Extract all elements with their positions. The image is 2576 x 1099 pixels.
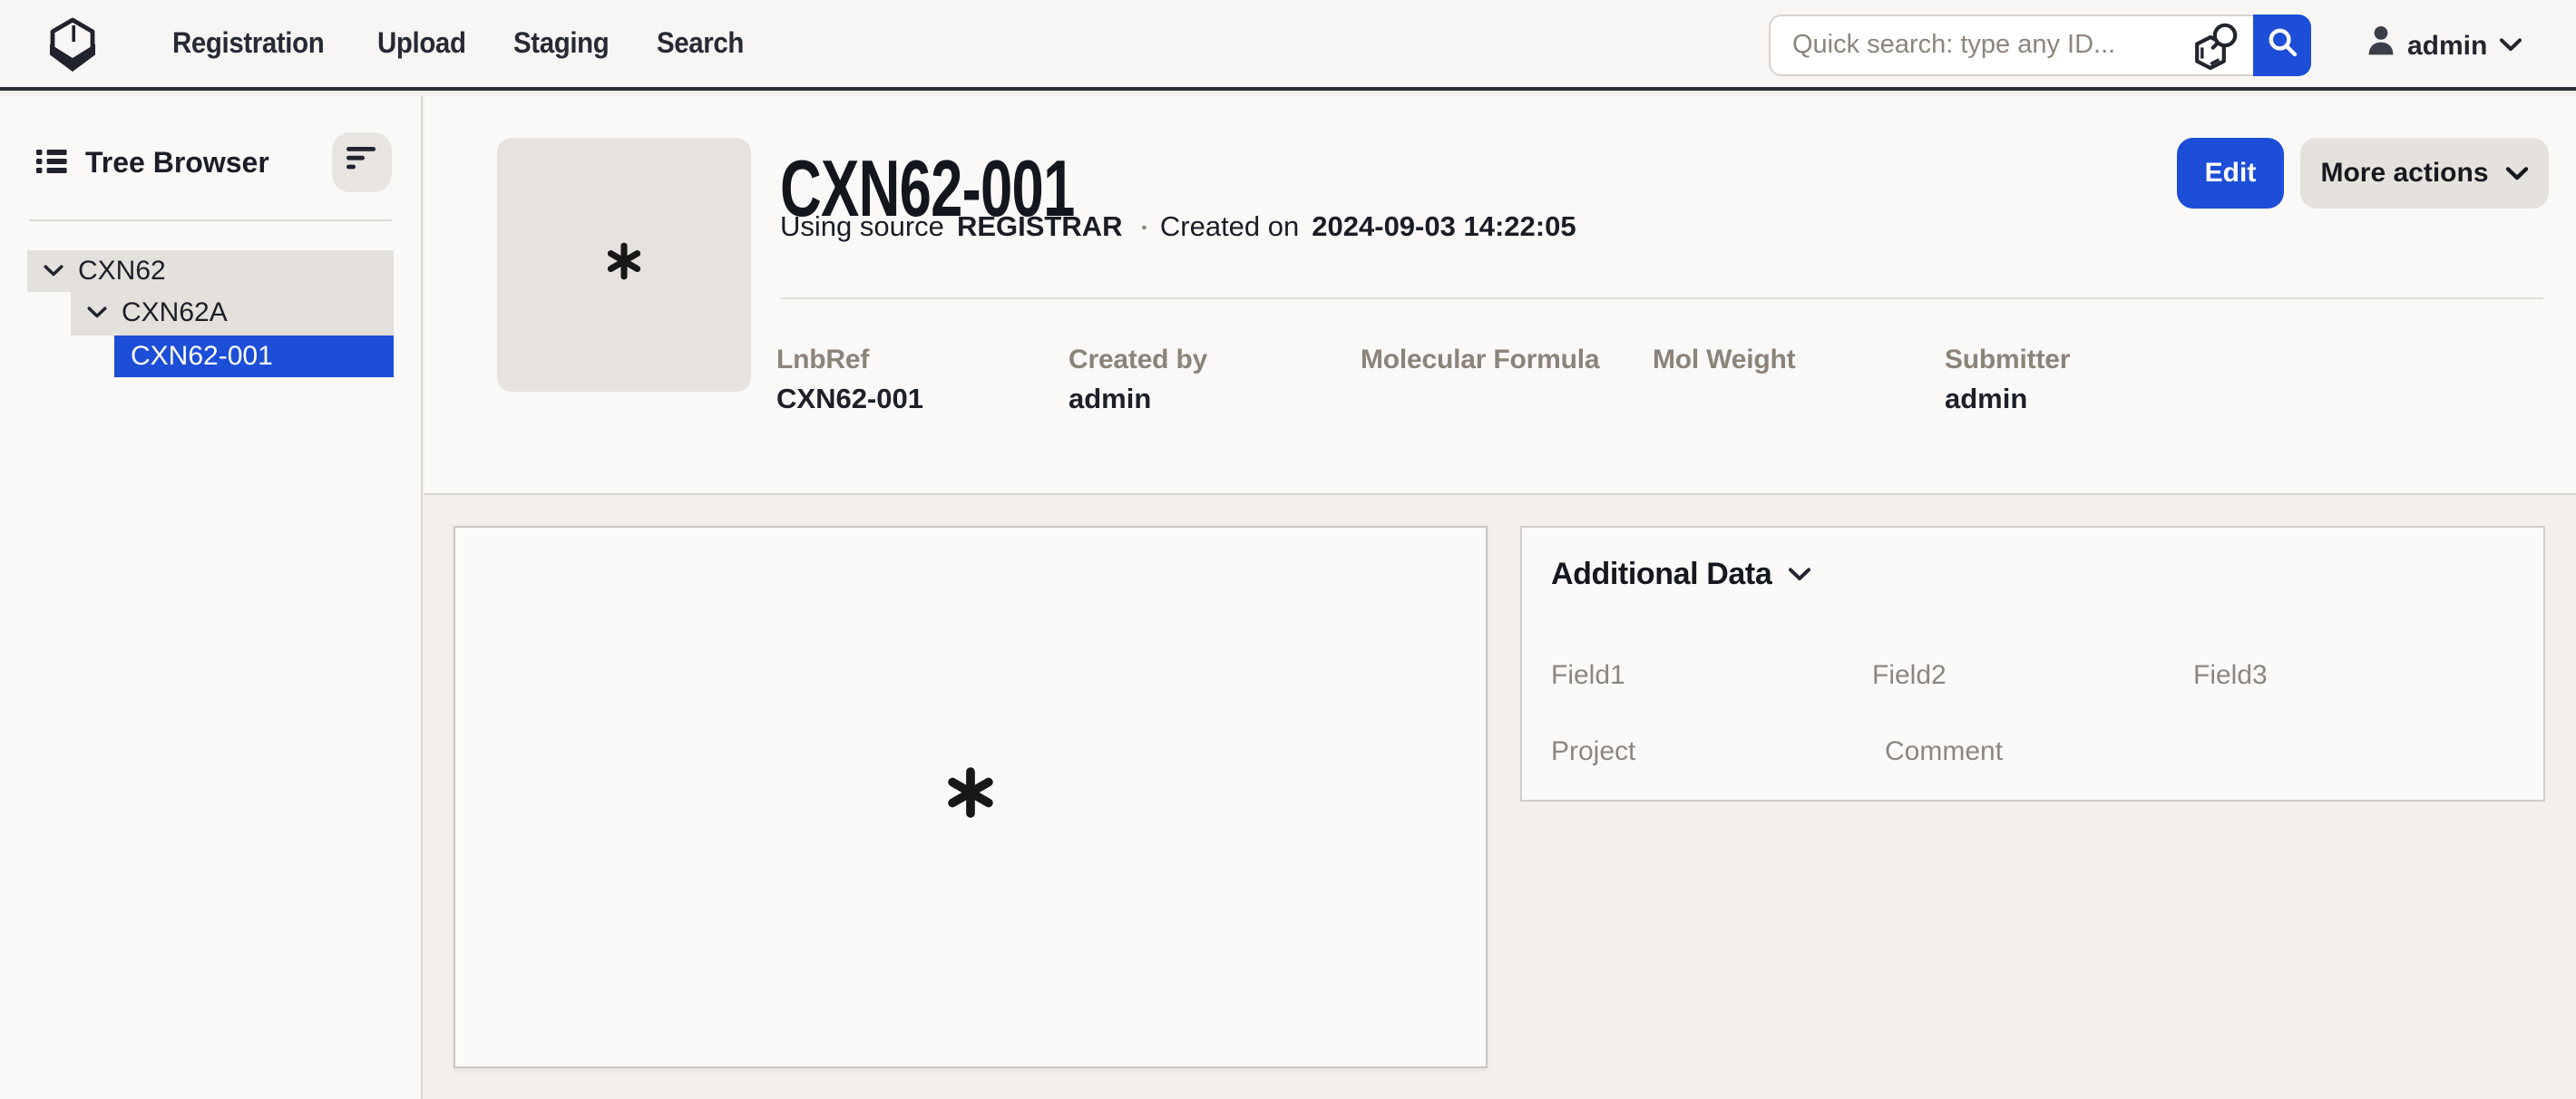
tree-browser-header: Tree Browser bbox=[0, 95, 421, 195]
quick-search-input[interactable] bbox=[1769, 15, 2253, 76]
search-submit-button[interactable] bbox=[2253, 15, 2311, 76]
created-prefix-label: Created on bbox=[1160, 211, 1299, 244]
tree-browser-sidebar: Tree Browser CXN bbox=[0, 95, 423, 1099]
structure-search-icon[interactable] bbox=[2191, 20, 2240, 82]
field-value: admin bbox=[1945, 382, 2237, 416]
nav-item-upload[interactable]: Upload bbox=[377, 29, 466, 62]
field-created-by: Created by admin bbox=[1068, 342, 1361, 416]
field-submitter: Submitter admin bbox=[1945, 342, 2237, 416]
adata-comment-label: Comment bbox=[1885, 736, 2219, 767]
structure-thumbnail[interactable] bbox=[497, 138, 751, 392]
chevron-down-icon bbox=[2505, 158, 2529, 189]
additional-data-header[interactable]: Additional Data bbox=[1551, 557, 1810, 593]
nav-item-search[interactable]: Search bbox=[658, 29, 745, 62]
additional-data-title: Additional Data bbox=[1551, 557, 1771, 593]
app-logo-icon[interactable] bbox=[47, 16, 98, 82]
field-value: admin bbox=[1068, 382, 1361, 416]
record-actions: Edit More actions bbox=[2177, 138, 2549, 209]
edit-button[interactable]: Edit bbox=[2177, 138, 2284, 209]
tree-item-label: CXN62A bbox=[122, 298, 228, 329]
list-icon bbox=[36, 148, 67, 182]
sort-icon bbox=[346, 147, 377, 176]
additional-data-row: Field1 Field2 Field3 bbox=[1551, 660, 2514, 691]
additional-data-panel: Additional Data Field1 Field2 Field3 Pro… bbox=[1520, 526, 2545, 802]
tree-item-label: CXN62 bbox=[78, 256, 166, 287]
field-label: Molecular Formula bbox=[1361, 342, 1653, 376]
additional-data-row: Project Comment bbox=[1551, 736, 2514, 767]
tree-item-cxn62[interactable]: CXN62 bbox=[27, 249, 394, 292]
asterisk-structure-icon bbox=[943, 765, 998, 829]
tree: CXN62 CXN62A CXN62-001 bbox=[0, 249, 421, 377]
source-prefix-label: Using source bbox=[780, 211, 944, 244]
asterisk-structure-icon bbox=[604, 240, 644, 289]
adata-project-label: Project bbox=[1551, 736, 1885, 767]
quick-search bbox=[1769, 15, 2311, 76]
record-lower-section: Additional Data Field1 Field2 Field3 Pro… bbox=[424, 493, 2576, 1099]
created-at-value: 2024-09-03 14:22:05 bbox=[1312, 211, 1576, 244]
record-detail-panel: CXN62-001 Using source REGISTRAR · Creat… bbox=[424, 95, 2576, 1099]
user-name-label: admin bbox=[2407, 30, 2487, 61]
app-screen: Registration Upload Staging Search bbox=[0, 0, 2576, 1099]
sidebar-divider bbox=[29, 219, 392, 220]
more-actions-label: More actions bbox=[2320, 158, 2488, 189]
adata-field1-label: Field1 bbox=[1551, 660, 1872, 691]
record-fields: LnbRef CXN62-001 Created by admin Molecu… bbox=[776, 342, 2237, 416]
field-molecular-formula: Molecular Formula bbox=[1361, 342, 1653, 416]
nav-item-staging[interactable]: Staging bbox=[513, 29, 609, 62]
adata-field2-label: Field2 bbox=[1872, 660, 2193, 691]
bullet-separator: · bbox=[1141, 211, 1149, 240]
field-mol-weight: Mol Weight bbox=[1653, 342, 1945, 416]
structure-canvas bbox=[454, 526, 1488, 1068]
user-chevron-down-icon bbox=[2500, 29, 2522, 62]
user-avatar-icon bbox=[2367, 25, 2395, 65]
chevron-down-icon bbox=[1788, 559, 1810, 591]
field-lnbref: LnbRef CXN62-001 bbox=[776, 342, 1068, 416]
edit-button-label: Edit bbox=[2205, 158, 2257, 189]
field-label: LnbRef bbox=[776, 342, 1068, 376]
tree-sort-button[interactable] bbox=[332, 131, 392, 191]
more-actions-button[interactable]: More actions bbox=[2300, 138, 2549, 209]
field-label: Created by bbox=[1068, 342, 1361, 376]
chevron-down-icon[interactable] bbox=[44, 265, 63, 277]
field-label: Mol Weight bbox=[1653, 342, 1945, 376]
adata-field3-label: Field3 bbox=[2193, 660, 2514, 691]
record-subtitle: Using source REGISTRAR · Created on 2024… bbox=[780, 211, 1576, 244]
field-label: Submitter bbox=[1945, 342, 2237, 376]
magnifier-icon bbox=[2267, 27, 2298, 63]
tree-item-cxn62a[interactable]: CXN62A bbox=[71, 292, 394, 335]
user-menu[interactable]: admin bbox=[2367, 0, 2522, 91]
quick-search-box bbox=[1769, 15, 2253, 76]
main-nav: Registration Upload Staging Search bbox=[172, 0, 752, 91]
chevron-down-icon[interactable] bbox=[87, 307, 107, 320]
tree-browser-title: Tree Browser bbox=[85, 149, 269, 181]
source-value: REGISTRAR bbox=[957, 211, 1123, 244]
tree-item-label: CXN62-001 bbox=[131, 341, 273, 372]
record-head-divider bbox=[780, 297, 2543, 298]
nav-item-registration[interactable]: Registration bbox=[172, 29, 324, 62]
field-value: CXN62-001 bbox=[776, 382, 1068, 416]
top-navbar: Registration Upload Staging Search bbox=[0, 0, 2576, 91]
tree-item-cxn62-001-selected[interactable]: CXN62-001 bbox=[114, 335, 394, 377]
